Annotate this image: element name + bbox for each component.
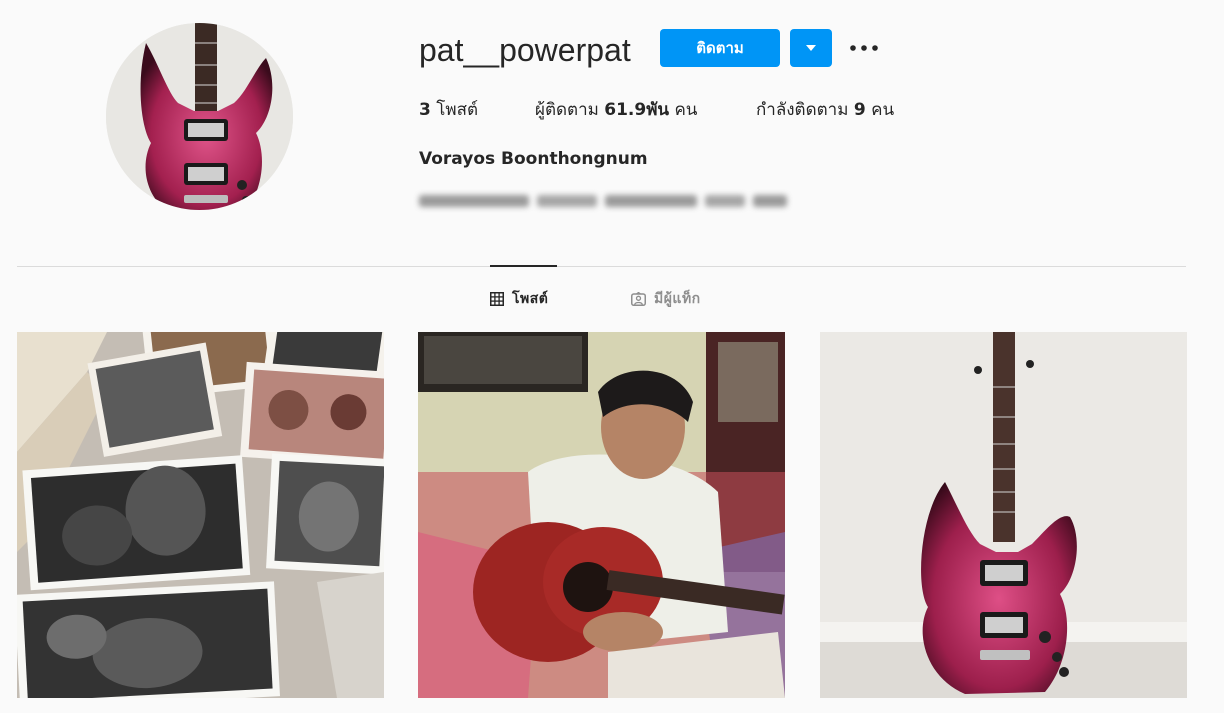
followers-stat-label: ผู้ติดตาม: [535, 100, 599, 120]
posts-count: 3: [419, 100, 431, 120]
profile-header: pat__powerpat ติดตาม 3 โพสต์ ผู้ติดตาม 6…: [0, 0, 1224, 240]
followers-unit: คน: [674, 100, 698, 120]
following-unit: คน: [871, 100, 895, 120]
more-options-icon: [850, 45, 878, 51]
following-stat-label: กำลังติดตาม: [756, 100, 849, 120]
followers-count: 61.9พัน: [604, 100, 670, 120]
follow-button[interactable]: ติดตาม: [660, 29, 780, 67]
tab-posts[interactable]: โพสต์: [490, 288, 548, 310]
profile-full-name: Vorayos Boonthongnum: [419, 149, 648, 169]
chevron-down-icon: [806, 45, 816, 51]
tab-tagged-label: มีผู้แท็ก: [654, 291, 701, 307]
more-options-button[interactable]: [845, 30, 883, 66]
following-stat[interactable]: กำลังติดตาม 9 คน: [756, 96, 894, 123]
post-thumbnail-3[interactable]: [820, 332, 1187, 698]
followers-stat[interactable]: ผู้ติดตาม 61.9พัน คน: [535, 96, 697, 123]
following-count: 9: [853, 100, 866, 120]
tabs-divider: [17, 266, 1186, 267]
suggestions-dropdown-button[interactable]: [790, 29, 832, 67]
avatar[interactable]: [106, 23, 293, 210]
grid-icon: [490, 292, 504, 306]
tagged-user-icon: [631, 292, 646, 306]
post-thumbnail-2[interactable]: [418, 332, 785, 698]
profile-username: pat__powerpat: [419, 32, 631, 68]
active-tab-indicator: [490, 265, 557, 267]
blurred-bio: [419, 192, 787, 210]
electric-guitar-image: [820, 332, 1187, 698]
tab-posts-label: โพสต์: [512, 291, 549, 307]
post-thumbnail-1[interactable]: [17, 332, 384, 698]
boy-with-guitar-image: [418, 332, 785, 698]
tattoo-drawings-image: [17, 332, 384, 698]
posts-stat: 3 โพสต์: [419, 96, 478, 123]
tab-tagged[interactable]: มีผู้แท็ก: [631, 288, 701, 310]
guitar-avatar-image: [106, 23, 293, 210]
posts-stat-label: โพสต์: [436, 100, 479, 120]
